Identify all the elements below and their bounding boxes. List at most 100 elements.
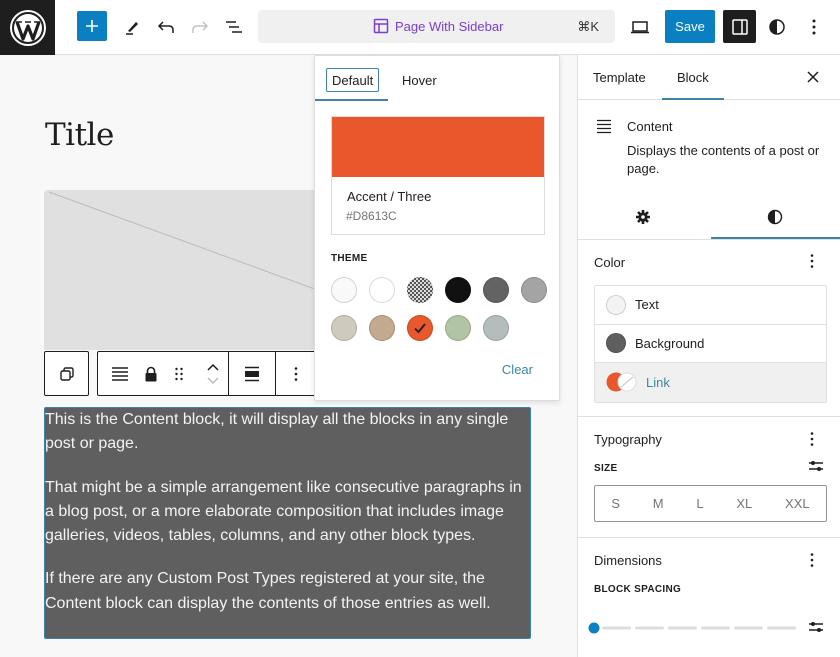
options-button[interactable] — [798, 11, 830, 43]
redo-button[interactable] — [184, 11, 216, 43]
featured-image-placeholder[interactable] — [44, 190, 334, 350]
size-option-m[interactable]: M — [653, 496, 664, 511]
color-swatch[interactable] — [521, 277, 547, 303]
save-button[interactable]: Save — [665, 10, 715, 43]
list-view-button[interactable] — [218, 11, 250, 43]
command-palette-bar[interactable]: Page With Sidebar ⌘K — [258, 10, 615, 43]
block-spacing-slider[interactable] — [588, 621, 798, 634]
more-options-button[interactable] — [276, 352, 316, 395]
color-swatch[interactable] — [369, 315, 395, 341]
slider-step-mark — [635, 626, 664, 630]
list-view-icon — [226, 21, 242, 33]
color-swatch[interactable] — [331, 315, 357, 341]
color-item-link[interactable]: Link — [595, 363, 826, 402]
close-sidebar-button[interactable] — [807, 67, 819, 88]
move-up-down-buttons[interactable] — [198, 352, 228, 395]
gear-icon — [636, 210, 650, 224]
color-panel-options[interactable] — [810, 253, 814, 274]
color-swatch[interactable] — [369, 277, 395, 303]
size-option-xxl[interactable]: XXL — [785, 496, 810, 511]
undo-button[interactable] — [150, 11, 182, 43]
template-icon — [373, 18, 389, 34]
styles-icon — [769, 19, 785, 35]
color-picker-popover: Default Hover Accent / Three #D8613C THE… — [314, 55, 560, 401]
dimensions-panel-options[interactable] — [810, 552, 814, 573]
drag-handle[interactable] — [160, 352, 198, 395]
add-block-button[interactable] — [77, 11, 107, 41]
sidebar-tabs: Template Block — [578, 55, 840, 100]
custom-spacing-toggle[interactable] — [808, 620, 824, 639]
tab-block[interactable]: Block — [677, 70, 709, 85]
color-settings-list: Text Background Link — [594, 285, 827, 403]
settings-tab[interactable] — [635, 209, 651, 230]
slider-step-mark — [668, 626, 697, 630]
tab-default[interactable]: Default — [326, 68, 380, 92]
wordpress-icon — [9, 9, 46, 46]
pen-icon — [126, 22, 138, 35]
slider-step-mark — [767, 626, 796, 630]
background-color-swatch — [606, 333, 626, 354]
custom-size-toggle[interactable] — [808, 459, 824, 478]
color-swatch[interactable] — [445, 277, 471, 303]
tab-template[interactable]: Template — [593, 70, 646, 85]
typography-panel-options[interactable] — [810, 431, 814, 452]
settings-sliders-icon — [809, 622, 823, 632]
inspector-tabs — [578, 195, 840, 240]
lock-button[interactable] — [142, 352, 160, 395]
preview-button[interactable] — [624, 11, 656, 43]
wordpress-logo[interactable] — [0, 0, 55, 55]
color-swatch[interactable] — [407, 277, 433, 303]
move-up-down-icon — [207, 363, 219, 384]
color-item-background[interactable]: Background — [595, 325, 826, 363]
plus-icon — [86, 20, 98, 32]
active-inspector-tab-indicator — [711, 237, 840, 239]
close-icon — [807, 71, 819, 83]
color-item-text[interactable]: Text — [595, 286, 826, 325]
lock-icon — [145, 366, 157, 381]
transform-icon — [59, 366, 74, 381]
color-swatch[interactable] — [445, 315, 471, 341]
document-title[interactable]: Page With Sidebar — [373, 18, 503, 34]
drag-handle-icon — [175, 367, 183, 380]
content-block[interactable]: This is the Content block, it will displ… — [44, 407, 531, 639]
selected-color-card[interactable]: Accent / Three #D8613C — [331, 116, 545, 235]
spacing-slider-track — [588, 622, 796, 634]
settings-toggle-button[interactable] — [723, 10, 756, 43]
typography-panel-title: Typography — [594, 432, 662, 447]
styles-button[interactable] — [761, 11, 793, 43]
color-swatch[interactable] — [331, 277, 357, 303]
clear-button[interactable]: Clear — [502, 362, 533, 377]
panel-divider — [578, 537, 840, 538]
color-swatch[interactable] — [483, 315, 509, 341]
size-label: SIZE — [594, 463, 618, 474]
color-swatch[interactable] — [407, 315, 433, 341]
color-item-label: Link — [646, 374, 670, 390]
styles-tab[interactable] — [767, 209, 783, 230]
theme-palette-label: THEME — [331, 253, 368, 264]
styles-icon — [767, 209, 783, 225]
panel-divider — [578, 416, 840, 417]
keyboard-shortcut: ⌘K — [577, 19, 599, 34]
document-title-text: Page With Sidebar — [395, 18, 504, 34]
color-item-label: Text — [635, 297, 659, 313]
options-icon — [810, 553, 814, 567]
transform-button[interactable] — [45, 352, 88, 395]
tools-button[interactable] — [116, 11, 148, 43]
align-text-icon — [112, 366, 128, 381]
size-option-l[interactable]: L — [696, 496, 703, 511]
slider-thumb[interactable] — [588, 622, 600, 634]
font-size-picker: S M L XL XXL — [594, 485, 827, 522]
align-button[interactable] — [229, 352, 275, 395]
page-title[interactable]: Title — [45, 117, 114, 153]
block-toolbar — [44, 351, 317, 396]
block-name: Content — [627, 119, 673, 134]
options-icon — [810, 254, 814, 268]
selected-color-preview — [332, 117, 544, 177]
color-panel-title: Color — [594, 255, 626, 270]
dimensions-panel-title: Dimensions — [594, 553, 662, 568]
color-swatch[interactable] — [483, 277, 509, 303]
block-type-button[interactable] — [98, 352, 142, 395]
size-option-s[interactable]: S — [611, 496, 620, 511]
tab-hover[interactable]: Hover — [402, 68, 437, 92]
size-option-xl[interactable]: XL — [736, 496, 752, 511]
